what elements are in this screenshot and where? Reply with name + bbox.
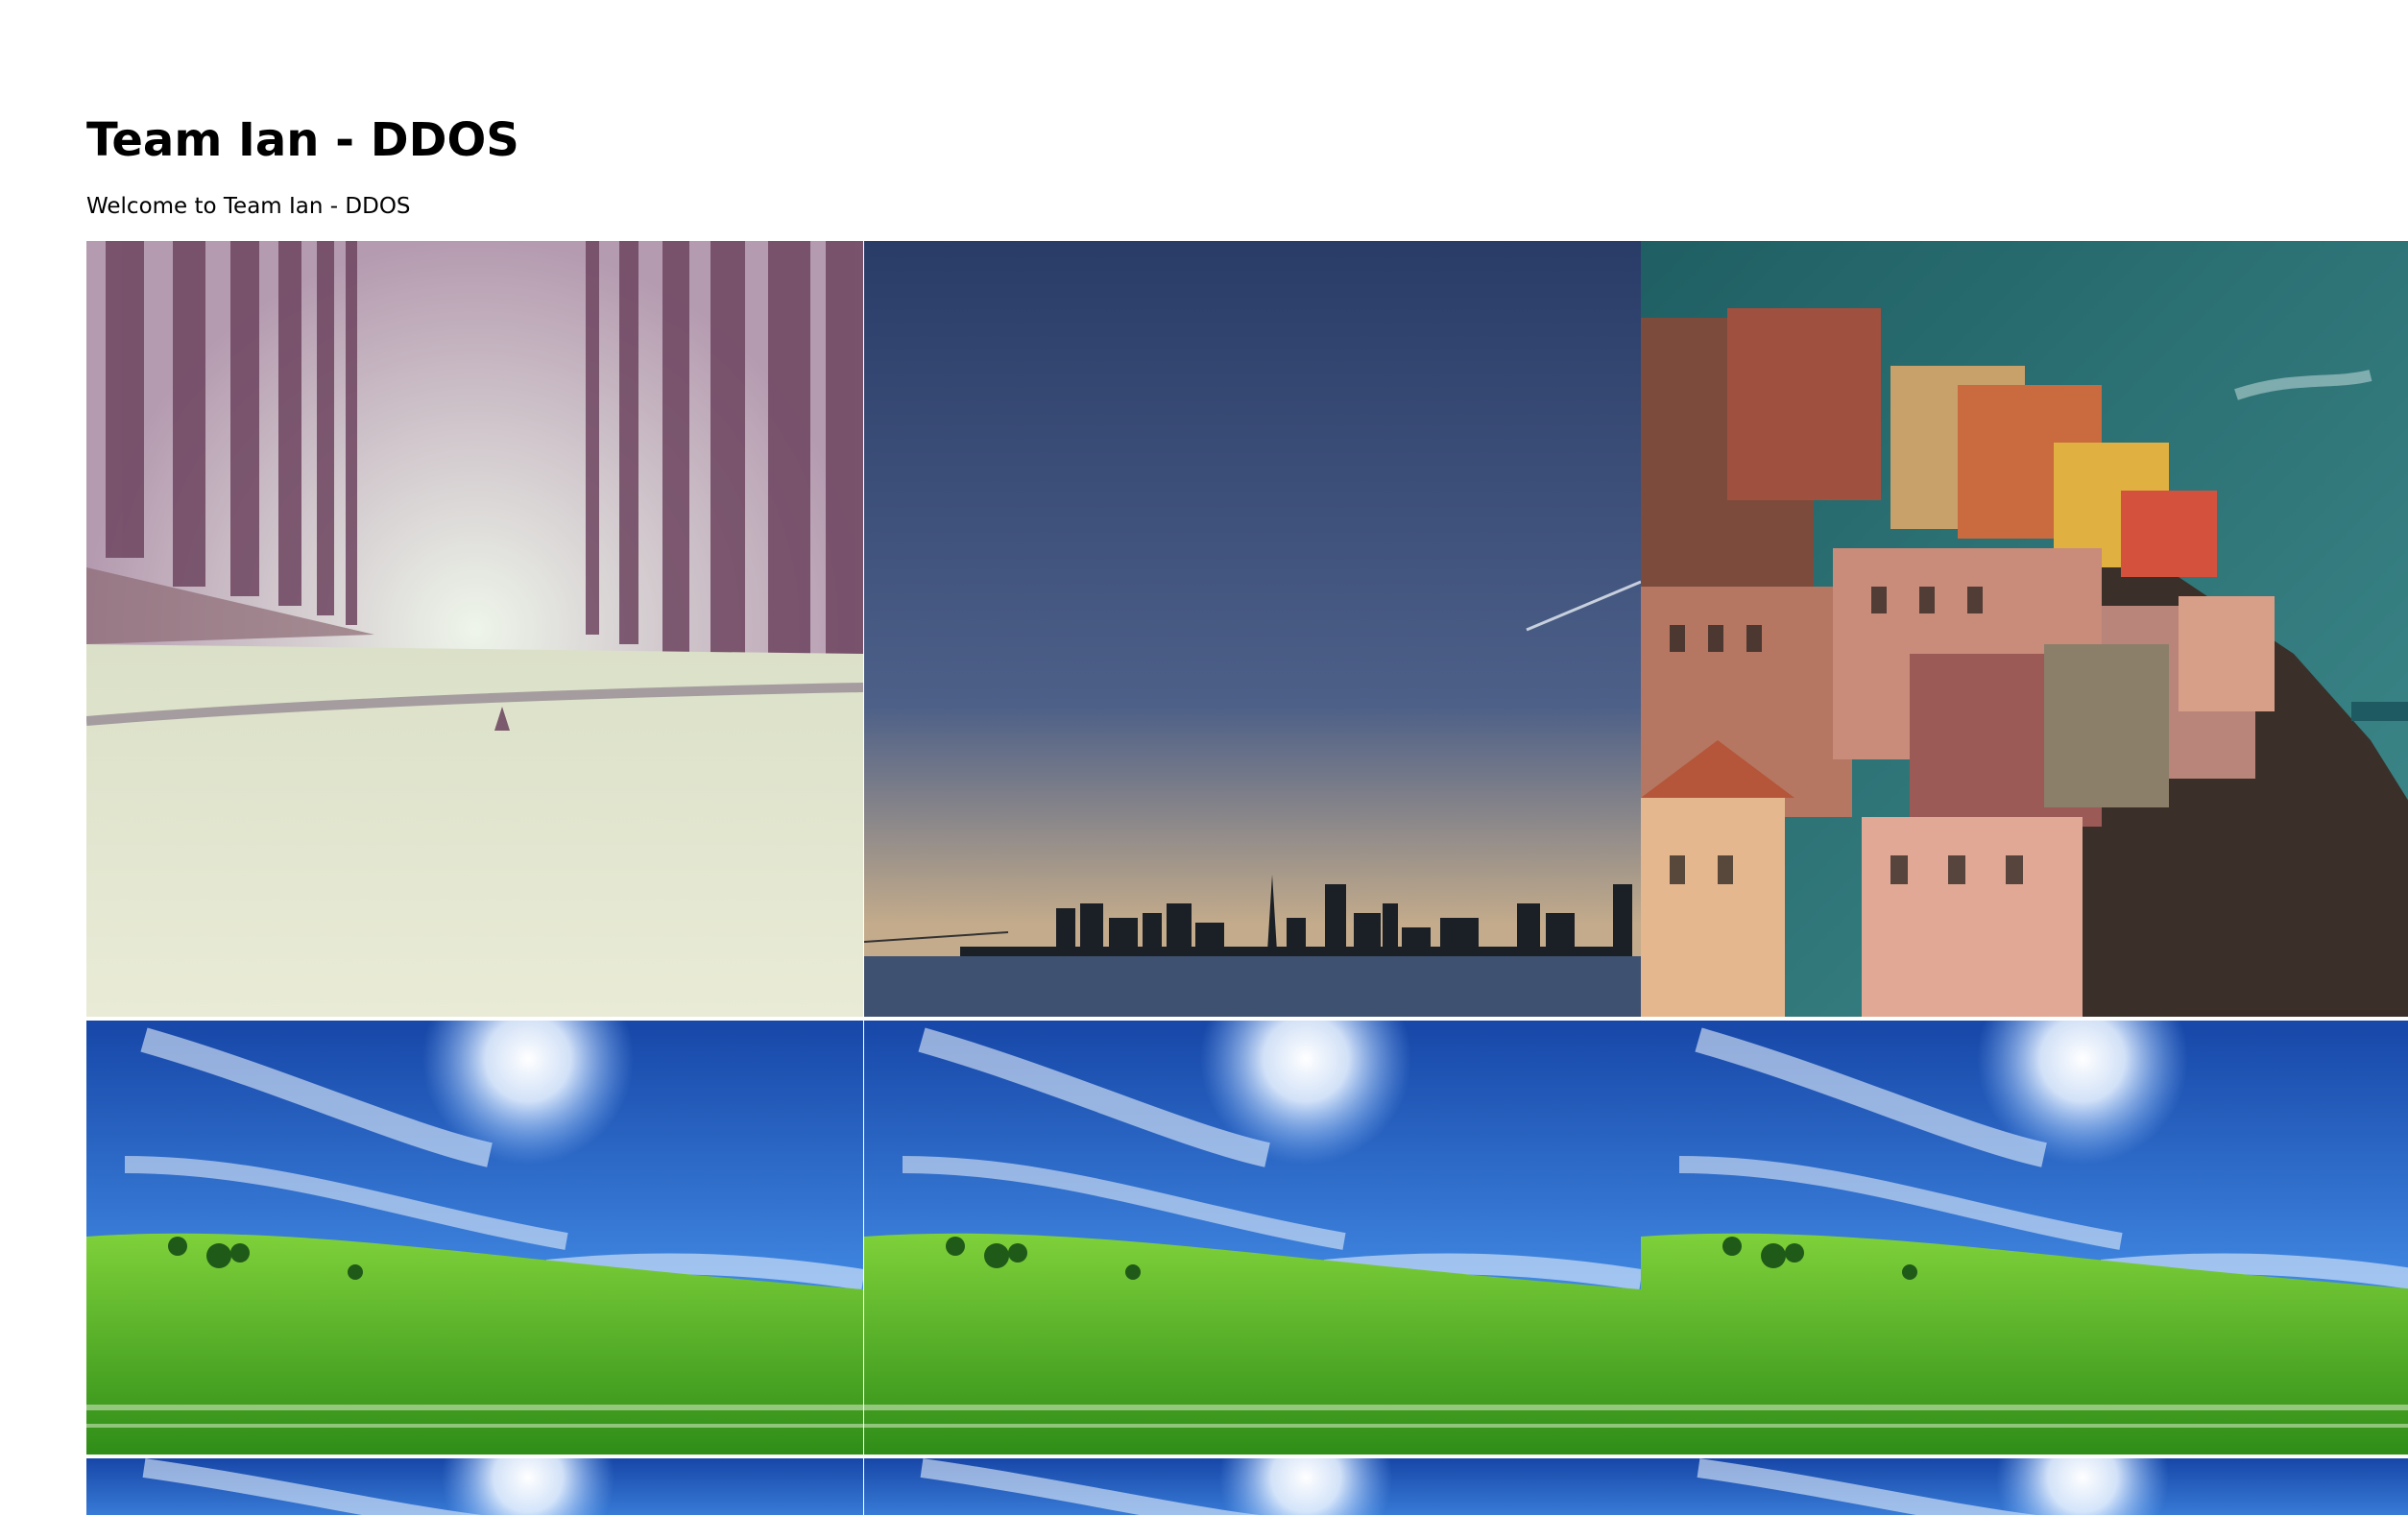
city-skyline-image <box>864 241 1641 1017</box>
gallery-image-green-field-4[interactable] <box>86 1458 863 1515</box>
green-field-image <box>864 1458 1641 1515</box>
gallery-image-cliffside-village[interactable] <box>1641 241 2408 1017</box>
cliffside-village-image <box>1641 241 2408 1017</box>
gallery-image-green-field-1[interactable] <box>86 1021 863 1455</box>
image-gallery <box>86 241 2408 1515</box>
green-field-image <box>86 1021 863 1455</box>
green-field-image <box>86 1458 863 1515</box>
page-title: Team Ian - DDOS <box>86 113 519 167</box>
welcome-text: Welcome to Team Ian - DDOS <box>86 194 411 219</box>
green-field-image <box>864 1021 1641 1455</box>
gallery-image-forest-road[interactable] <box>86 241 863 1017</box>
gallery-image-green-field-3[interactable] <box>1641 1021 2408 1455</box>
page: Team Ian - DDOS Welcome to Team Ian - DD… <box>0 0 2408 1515</box>
gallery-image-city-skyline[interactable] <box>864 241 1641 1017</box>
gallery-image-green-field-6[interactable] <box>1641 1458 2408 1515</box>
forest-road-image <box>86 241 863 1017</box>
gallery-image-green-field-5[interactable] <box>864 1458 1641 1515</box>
green-field-image <box>1641 1458 2408 1515</box>
gallery-image-green-field-2[interactable] <box>864 1021 1641 1455</box>
green-field-image <box>1641 1021 2408 1455</box>
